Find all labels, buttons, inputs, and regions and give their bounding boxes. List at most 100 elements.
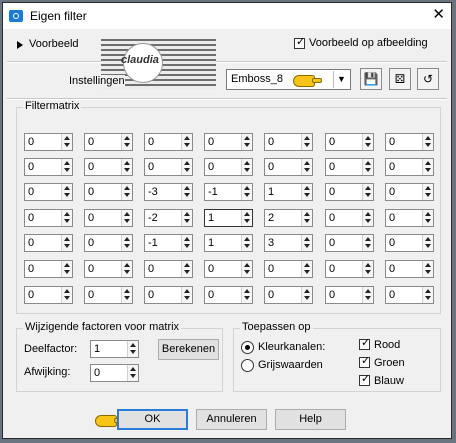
matrix-cell-input[interactable]: 0: [385, 209, 434, 227]
spinner-arrows-icon[interactable]: [181, 287, 192, 303]
blue-channel-checkbox[interactable]: ✓: [359, 373, 370, 386]
matrix-cell-input[interactable]: 0: [144, 286, 193, 304]
matrix-cell-input[interactable]: 0: [204, 286, 253, 304]
spinner-arrows-icon[interactable]: [241, 184, 252, 200]
matrix-cell-input[interactable]: 0: [325, 158, 374, 176]
green-channel-checkbox[interactable]: ✓: [359, 355, 370, 368]
bias-input[interactable]: 0: [90, 364, 139, 382]
cancel-button[interactable]: Annuleren: [196, 409, 267, 430]
matrix-cell-input[interactable]: -3: [144, 183, 193, 201]
spinner-arrows-icon[interactable]: [362, 210, 373, 226]
spinner-arrows-icon[interactable]: [181, 184, 192, 200]
matrix-cell-input[interactable]: 0: [24, 158, 73, 176]
matrix-cell-input[interactable]: 0: [385, 286, 434, 304]
matrix-cell-input[interactable]: 0: [264, 133, 313, 151]
matrix-cell-input[interactable]: -2: [144, 209, 193, 227]
matrix-cell-input[interactable]: 3: [264, 234, 313, 252]
spinner-arrows-icon[interactable]: [121, 159, 132, 175]
matrix-cell-input[interactable]: 0: [204, 260, 253, 278]
matrix-cell-input[interactable]: 0: [264, 260, 313, 278]
spinner-arrows-icon[interactable]: [422, 210, 433, 226]
matrix-cell-input[interactable]: 0: [385, 133, 434, 151]
divisor-input[interactable]: 1: [90, 340, 139, 358]
help-button[interactable]: Help: [275, 409, 346, 430]
matrix-cell-input[interactable]: 0: [144, 158, 193, 176]
spinner-arrows-icon[interactable]: [61, 159, 72, 175]
ok-button[interactable]: OK: [117, 409, 188, 430]
matrix-cell-input[interactable]: 0: [84, 133, 133, 151]
grayscale-radio[interactable]: [241, 359, 254, 372]
preset-dropdown[interactable]: Emboss_8 ▼: [226, 69, 351, 90]
spinner-arrows-icon[interactable]: [301, 210, 312, 226]
spinner-arrows-icon[interactable]: [181, 235, 192, 251]
matrix-cell-input[interactable]: 0: [385, 158, 434, 176]
randomize-button[interactable]: ⚄: [389, 68, 411, 90]
spinner-arrows-icon[interactable]: [61, 261, 72, 277]
matrix-cell-input[interactable]: 0: [204, 133, 253, 151]
spinner-arrows-icon[interactable]: [422, 159, 433, 175]
matrix-cell-input[interactable]: -1: [204, 183, 253, 201]
spinner-arrows-icon[interactable]: [61, 235, 72, 251]
grayscale-label[interactable]: Grijswaarden: [258, 359, 323, 371]
matrix-cell-input[interactable]: 0: [144, 260, 193, 278]
spinner-arrows-icon[interactable]: [121, 287, 132, 303]
matrix-cell-input[interactable]: 0: [325, 286, 374, 304]
spinner-arrows-icon[interactable]: [181, 134, 192, 150]
matrix-cell-input[interactable]: 0: [144, 133, 193, 151]
matrix-cell-input[interactable]: 0: [325, 183, 374, 201]
spinner-arrows-icon[interactable]: [127, 365, 138, 381]
matrix-cell-input[interactable]: 0: [84, 260, 133, 278]
matrix-cell-input[interactable]: 0: [24, 133, 73, 151]
spinner-arrows-icon[interactable]: [241, 261, 252, 277]
spinner-arrows-icon[interactable]: [301, 184, 312, 200]
close-icon[interactable]: ✕: [432, 6, 445, 24]
spinner-arrows-icon[interactable]: [301, 134, 312, 150]
spinner-arrows-icon[interactable]: [241, 210, 252, 226]
matrix-cell-input[interactable]: 0: [385, 183, 434, 201]
matrix-cell-input[interactable]: 0: [325, 133, 374, 151]
matrix-cell-input[interactable]: 0: [325, 209, 374, 227]
spinner-arrows-icon[interactable]: [422, 235, 433, 251]
save-preset-button[interactable]: 💾: [360, 68, 382, 90]
matrix-cell-input[interactable]: 0: [24, 286, 73, 304]
spinner-arrows-icon[interactable]: [121, 134, 132, 150]
spinner-arrows-icon[interactable]: [422, 261, 433, 277]
spinner-arrows-icon[interactable]: [181, 159, 192, 175]
matrix-cell-input[interactable]: 0: [84, 158, 133, 176]
spinner-arrows-icon[interactable]: [61, 184, 72, 200]
matrix-cell-input[interactable]: 1: [204, 234, 253, 252]
expand-triangle-icon[interactable]: [17, 41, 23, 49]
matrix-cell-input[interactable]: 0: [84, 183, 133, 201]
spinner-arrows-icon[interactable]: [362, 235, 373, 251]
spinner-arrows-icon[interactable]: [121, 210, 132, 226]
matrix-cell-input[interactable]: 1: [204, 209, 253, 227]
matrix-cell-input[interactable]: 0: [385, 234, 434, 252]
reset-button[interactable]: ↺: [417, 68, 439, 90]
spinner-arrows-icon[interactable]: [362, 159, 373, 175]
spinner-arrows-icon[interactable]: [181, 261, 192, 277]
spinner-arrows-icon[interactable]: [362, 134, 373, 150]
matrix-cell-input[interactable]: 0: [325, 234, 374, 252]
spinner-arrows-icon[interactable]: [121, 261, 132, 277]
spinner-arrows-icon[interactable]: [121, 235, 132, 251]
spinner-arrows-icon[interactable]: [362, 184, 373, 200]
matrix-cell-input[interactable]: 0: [264, 286, 313, 304]
color-channels-radio[interactable]: [241, 341, 254, 354]
spinner-arrows-icon[interactable]: [301, 159, 312, 175]
spinner-arrows-icon[interactable]: [61, 287, 72, 303]
color-channels-label[interactable]: Kleurkanalen:: [258, 341, 325, 353]
matrix-cell-input[interactable]: 0: [24, 183, 73, 201]
calculate-button[interactable]: Berekenen: [158, 339, 219, 360]
preview-toggle-label[interactable]: Voorbeeld: [29, 38, 79, 50]
spinner-arrows-icon[interactable]: [241, 235, 252, 251]
spinner-arrows-icon[interactable]: [422, 184, 433, 200]
spinner-arrows-icon[interactable]: [61, 210, 72, 226]
spinner-arrows-icon[interactable]: [181, 210, 192, 226]
matrix-cell-input[interactable]: 0: [84, 209, 133, 227]
spinner-arrows-icon[interactable]: [362, 287, 373, 303]
matrix-cell-input[interactable]: 0: [24, 234, 73, 252]
matrix-cell-input[interactable]: 0: [385, 260, 434, 278]
spinner-arrows-icon[interactable]: [422, 134, 433, 150]
red-channel-checkbox[interactable]: ✓: [359, 337, 370, 350]
matrix-cell-input[interactable]: 0: [84, 286, 133, 304]
